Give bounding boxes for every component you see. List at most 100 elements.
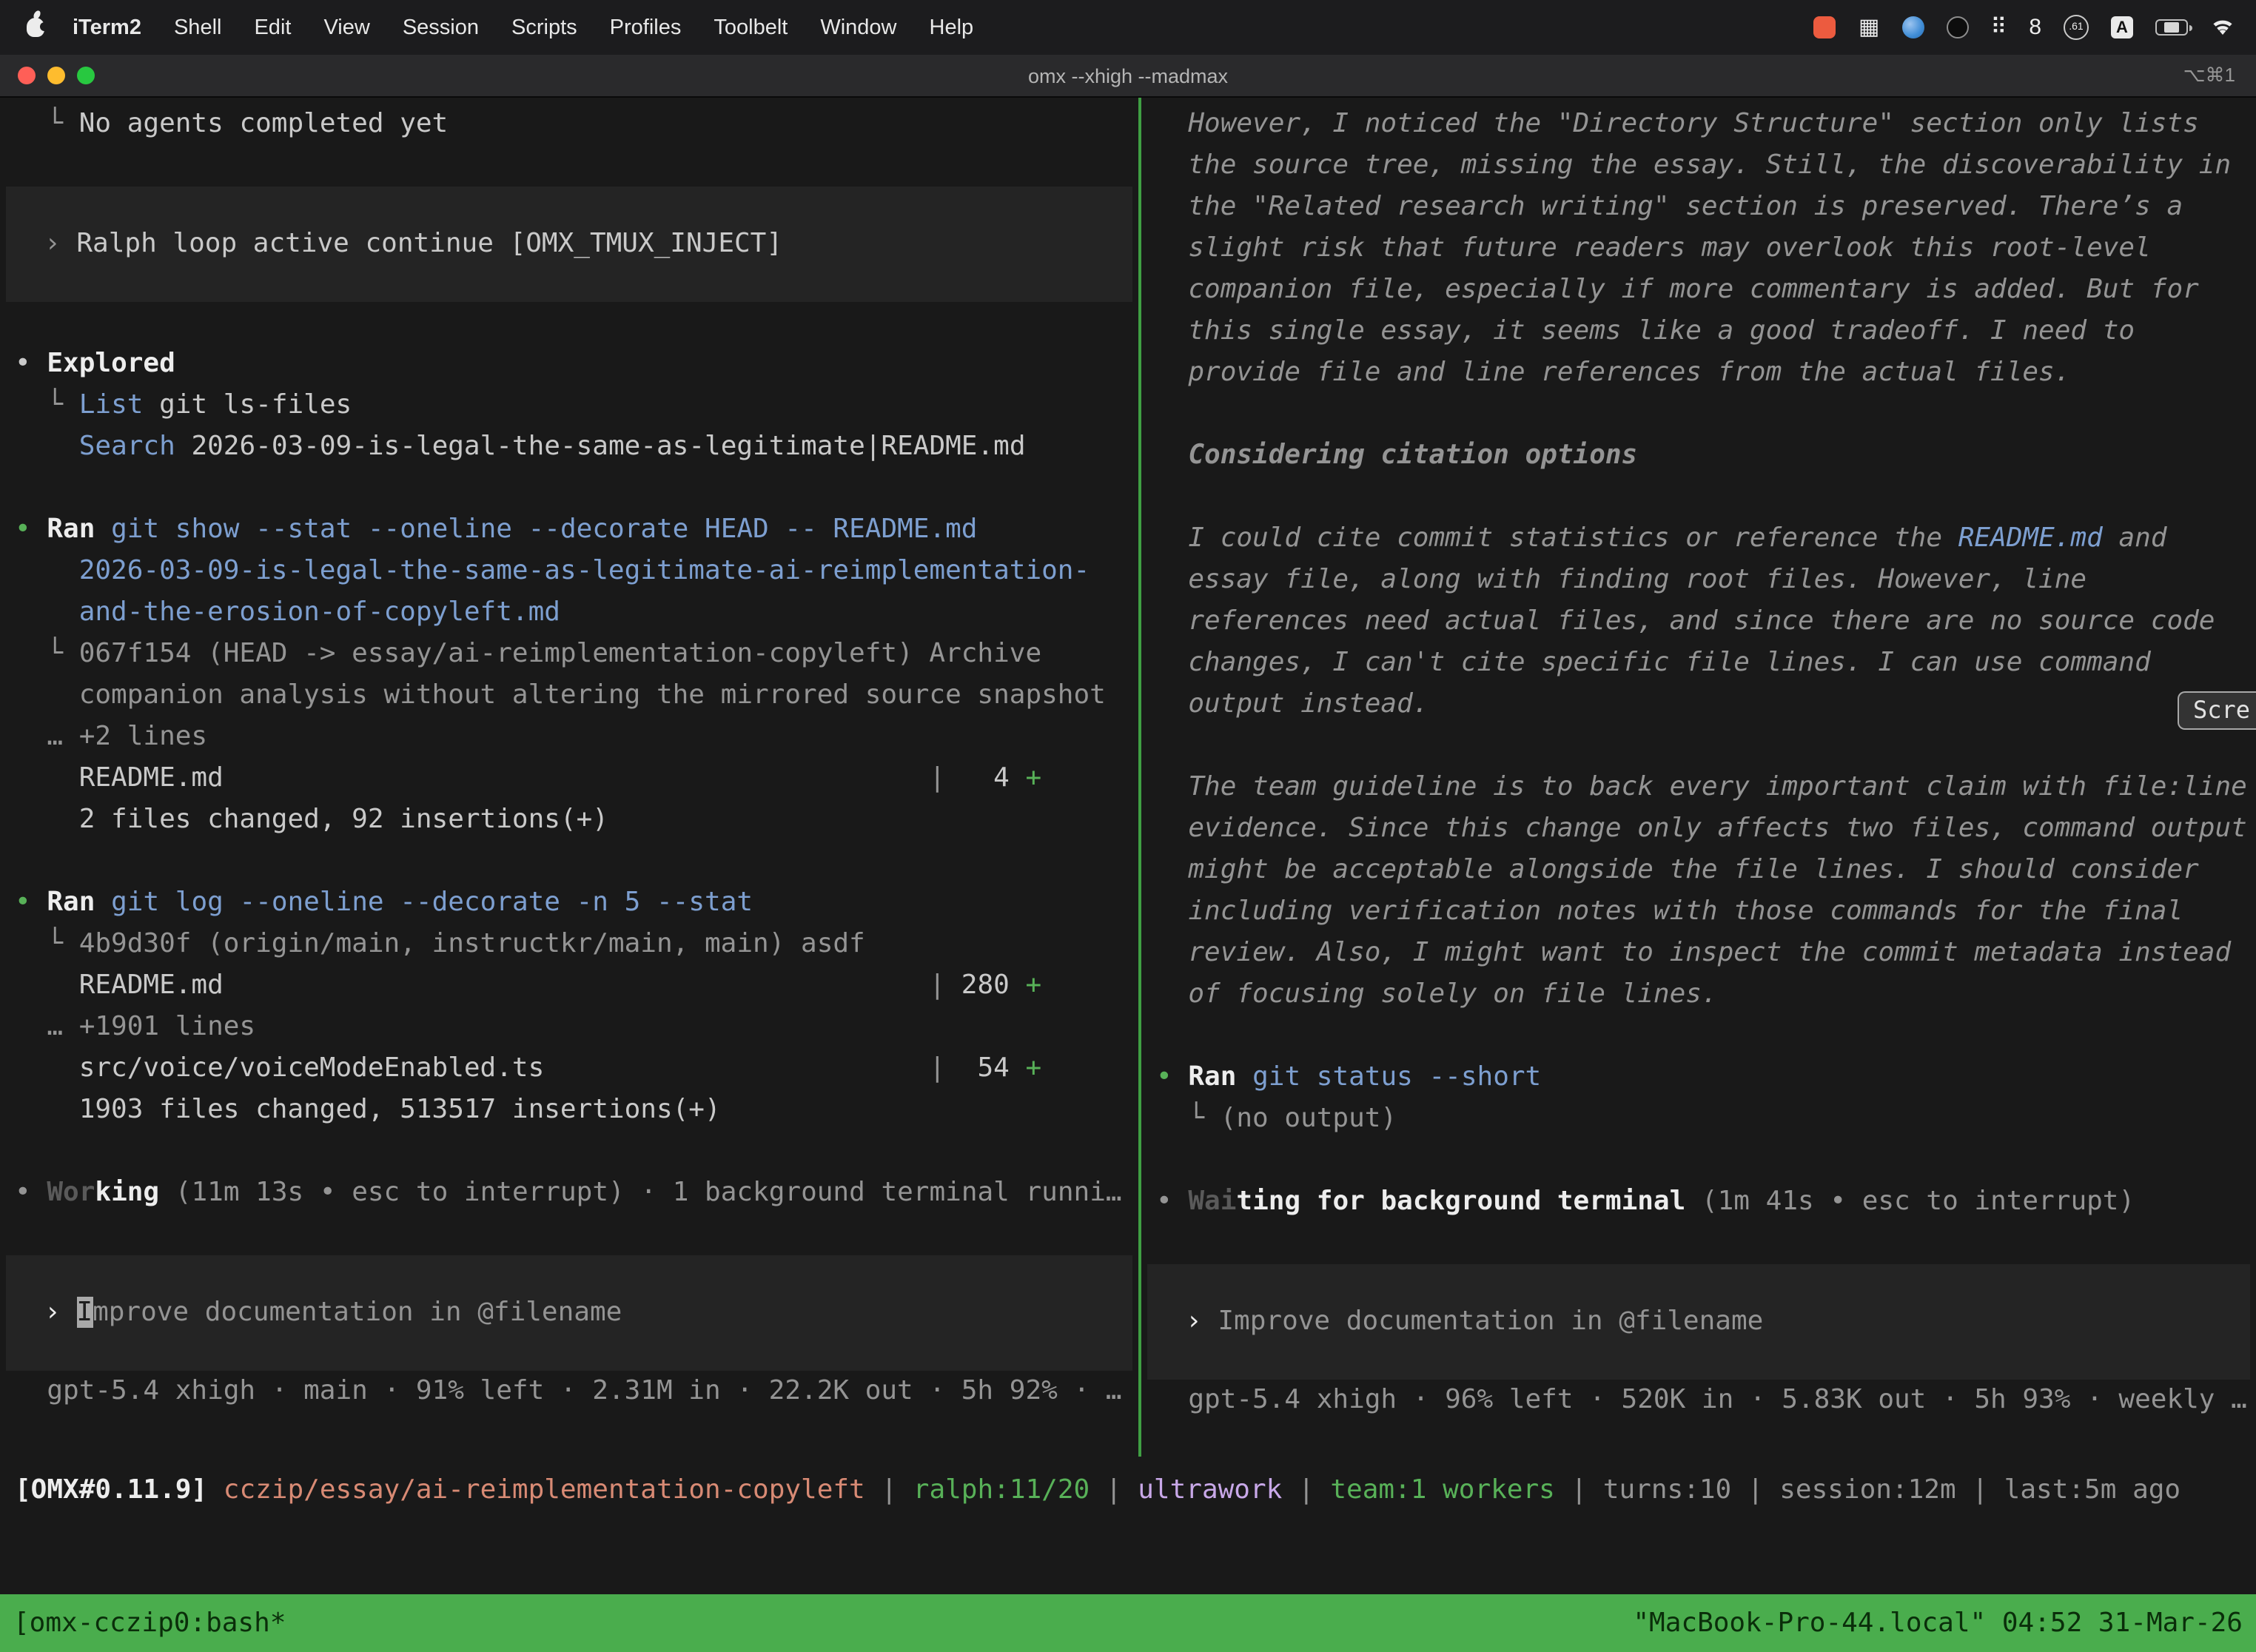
menu-item-window[interactable]: Window	[804, 16, 913, 39]
terminal-line: provide file and line references from th…	[1141, 352, 2256, 394]
prompt-input[interactable]: › Improve documentation in @filename	[1147, 1264, 2250, 1380]
text-segment: gpt-5.4 xhigh · 96% left · 520K in · 5.8…	[1156, 1384, 2247, 1415]
window-shortcut-badge: ⌥⌘1	[2183, 64, 2235, 87]
blank-line	[1141, 1223, 2256, 1264]
text-segment: |	[929, 1052, 945, 1084]
text-segment: •	[15, 1177, 47, 1208]
blank-line	[0, 841, 1138, 882]
explored-header: • Explored	[0, 343, 1138, 385]
terminal-line: README.md | 4 +	[0, 758, 1138, 799]
menu-item-session[interactable]: Session	[386, 16, 495, 39]
text-segment: ting for background terminal	[1236, 1186, 1685, 1217]
terminal-line: changes, I can't cite specific file line…	[1141, 642, 2256, 684]
terminal-line: companion file, especially if more comme…	[1141, 269, 2256, 311]
text-segment: README.md	[15, 970, 929, 1001]
text-segment: companion file, especially if more comme…	[1156, 274, 2199, 305]
tmux-status-bar: [omx-cczip0:bash* "MacBook-Pro-44.local"…	[0, 1594, 2256, 1652]
text-segment: Ran	[47, 514, 95, 545]
blank-line	[1141, 1140, 2256, 1181]
text-segment: └ 067f154 (HEAD -> essay/ai-reimplementa…	[15, 638, 1041, 669]
browser-icon[interactable]	[1901, 16, 1924, 38]
menu-item-help[interactable]: Help	[913, 16, 990, 39]
terminal-line: Search 2026-03-09-is-legal-the-same-as-l…	[0, 426, 1138, 468]
eight-icon[interactable]: 8	[2029, 16, 2041, 39]
text-segment: and-the-erosion-of-copyleft.md	[15, 597, 560, 628]
menubar-status-icons: ▦ ⠿ 8 .61 A	[1814, 15, 2235, 40]
text-segment: … +2 lines	[15, 721, 207, 752]
menu-items: iTerm2ShellEditViewSessionScriptsProfile…	[56, 16, 990, 39]
text-segment: List	[79, 389, 144, 420]
recording-stop-icon[interactable]	[1814, 16, 1836, 38]
menu-item-toolbelt[interactable]: Toolbelt	[697, 16, 804, 39]
text-segment: gpt-5.4 xhigh · main · 91% left · 2.31M …	[15, 1375, 1122, 1406]
apple-icon[interactable]	[27, 18, 44, 37]
text-segment: evidence. Since this change only affects…	[1156, 813, 2247, 844]
menu-item-shell[interactable]: Shell	[158, 16, 238, 39]
text-segment: git status --short	[1252, 1061, 1541, 1092]
terminal-line: 2 files changed, 92 insertions(+)	[0, 799, 1138, 841]
terminal-line: However, I noticed the "Directory Struct…	[1141, 104, 2256, 145]
terminal-line: 1903 files changed, 513517 insertions(+)	[0, 1089, 1138, 1131]
ralph-loop-banner: › Ralph loop active continue [OMX_TMUX_I…	[6, 187, 1132, 302]
text-segment: references need actual files, and since …	[1156, 605, 2215, 637]
dots-grid-icon[interactable]: ⠿	[1990, 16, 2007, 39]
text-segment: I	[76, 1297, 93, 1328]
terminal-line: src/voice/voiceModeEnabled.ts | 54 +	[0, 1048, 1138, 1089]
text-segment: ralph:11/20	[913, 1474, 1090, 1505]
text-segment: •	[15, 348, 47, 379]
text-segment: •	[15, 887, 47, 918]
text-segment: |	[1090, 1474, 1138, 1505]
menu-item-view[interactable]: View	[307, 16, 386, 39]
screen: iTerm2ShellEditViewSessionScriptsProfile…	[0, 0, 2256, 1652]
prompt-input[interactable]: › Improve documentation in @filename	[6, 1255, 1132, 1371]
menu-item-edit[interactable]: Edit	[238, 16, 307, 39]
text-segment	[15, 431, 79, 462]
text-segment	[207, 1474, 224, 1505]
text-segment: Explored	[47, 348, 175, 379]
agents-status-line: └ No agents completed yet	[0, 104, 1138, 145]
text-segment	[95, 514, 111, 545]
text-segment: essay file, along with finding root file…	[1156, 564, 2087, 595]
text-segment: 4	[945, 762, 1025, 793]
panel-line: › Ralph loop active continue [OMX_TMUX_I…	[6, 224, 1132, 265]
text-segment: of focusing solely on file lines.	[1156, 978, 1718, 1010]
model-status-line: gpt-5.4 xhigh · 96% left · 520K in · 5.8…	[1141, 1380, 2256, 1421]
right-pane: However, I noticed the "Directory Struct…	[1141, 104, 2256, 1421]
text-segment: +	[1026, 1052, 1042, 1084]
text-segment: +	[1026, 762, 1042, 793]
text-segment: └ (no output)	[1156, 1103, 1397, 1134]
text-segment: 2 files changed, 92 insertions(+)	[15, 804, 608, 835]
text-segment: … +1901 lines	[15, 1011, 255, 1042]
menu-item-iterm2[interactable]: iTerm2	[56, 16, 158, 39]
title-bar: omx --xhigh --madmax ⌥⌘1	[0, 55, 2256, 98]
terminal-line: the "Related research writing" section i…	[1141, 187, 2256, 228]
text-segment: └ 4b9d30f (origin/main, instructkr/main,…	[15, 928, 865, 959]
text-segment: No agents completed yet	[79, 108, 449, 139]
terminal-line: README.md | 280 +	[0, 965, 1138, 1007]
text-segment: (11m 13s • esc to interrupt) · 1 backgro…	[159, 1177, 1121, 1208]
input-source-icon[interactable]: A	[2111, 16, 2133, 38]
text-segment: Improve documentation in @filename	[1218, 1306, 1763, 1337]
text-segment: git ls-files	[143, 389, 352, 420]
ran-git-status: • Ran git status --short	[1141, 1057, 2256, 1098]
battery-percentage-icon[interactable]: .61	[2064, 15, 2089, 40]
terminal-line: output instead.	[1141, 684, 2256, 725]
terminal-line: evidence. Since this change only affects…	[1141, 808, 2256, 850]
text-segment: this single essay, it seems like a good …	[1156, 315, 2135, 346]
text-segment: git log --oneline --decorate -n 5 --stat	[111, 887, 753, 918]
window-title: omx --xhigh --madmax	[0, 64, 2256, 87]
menu-item-scripts[interactable]: Scripts	[495, 16, 594, 39]
terminal-circle-icon[interactable]	[1946, 16, 1968, 38]
window-grid-icon[interactable]: ▦	[1859, 16, 1879, 39]
ran-git-log: • Ran git log --oneline --decorate -n 5 …	[0, 882, 1138, 924]
wifi-icon[interactable]	[2210, 18, 2235, 37]
terminal-line: this single essay, it seems like a good …	[1141, 311, 2256, 352]
terminal-line: the source tree, missing the essay. Stil…	[1141, 145, 2256, 187]
text-segment: +	[1026, 970, 1042, 1001]
menu-item-profiles[interactable]: Profiles	[594, 16, 698, 39]
text-segment: (1m 41s • esc to interrupt)	[1685, 1186, 2135, 1217]
blank-line	[1141, 1015, 2256, 1057]
text-segment: Wor	[47, 1177, 95, 1208]
blank-line	[0, 302, 1138, 343]
battery-icon[interactable]	[2155, 19, 2188, 36]
